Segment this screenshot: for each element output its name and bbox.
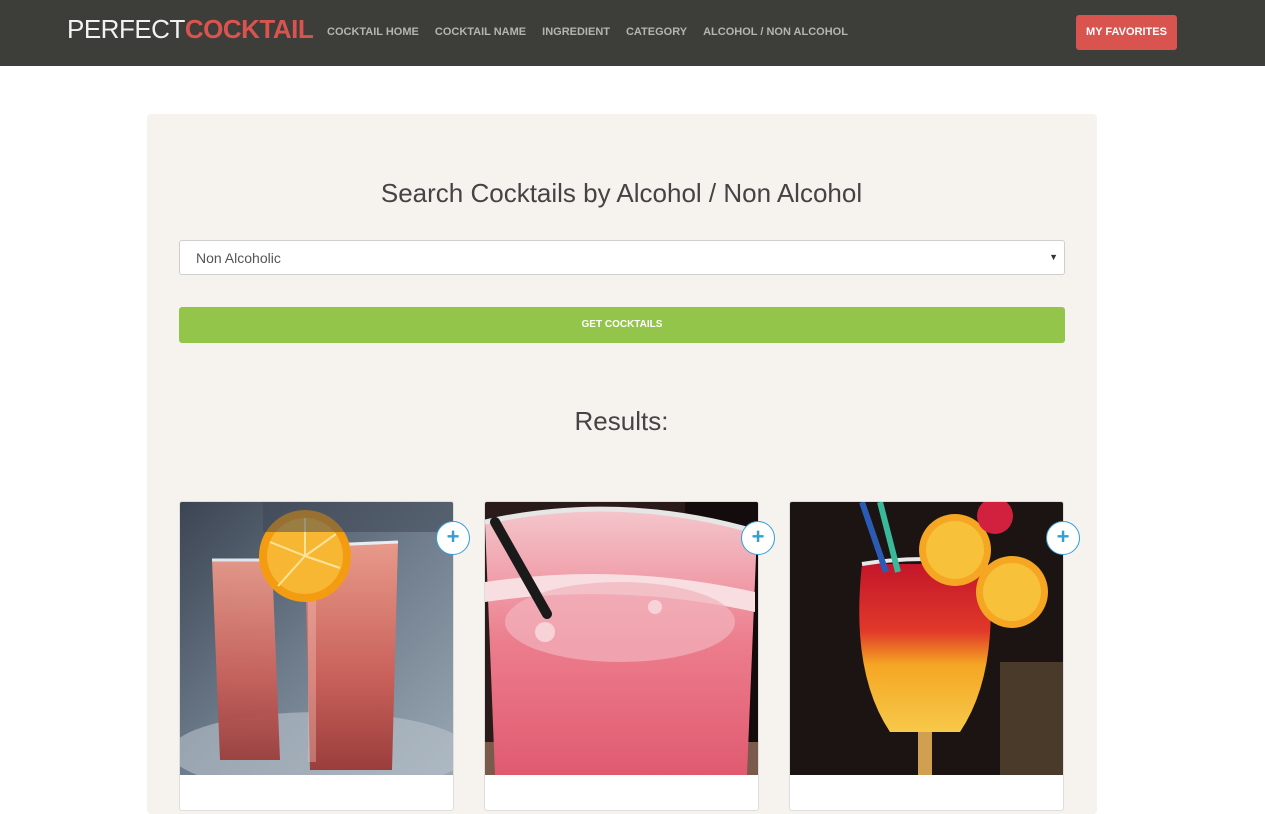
add-favorite-icon[interactable]: + bbox=[741, 521, 775, 555]
my-favorites-button[interactable]: MY FAVORITES bbox=[1076, 15, 1177, 50]
cocktail-card[interactable] bbox=[179, 501, 454, 811]
brand-logo-bold: COCKTAIL bbox=[184, 14, 314, 44]
cocktail-photo[interactable] bbox=[790, 502, 1063, 775]
brand-logo[interactable]: PERFECTCOCKTAIL bbox=[67, 14, 314, 44]
brand-logo-light: PERFECT bbox=[67, 14, 185, 44]
nav-link-cocktail-name[interactable]: COCKTAIL NAME bbox=[435, 25, 526, 39]
add-favorite-icon[interactable]: + bbox=[436, 521, 470, 555]
nav-link-category[interactable]: CATEGORY bbox=[626, 25, 687, 39]
select-value: Non Alcoholic bbox=[196, 250, 281, 266]
get-cocktails-button[interactable]: GET COCKTAILS bbox=[179, 307, 1065, 343]
results-title: Results: bbox=[574, 406, 669, 436]
navbar: PERFECTCOCKTAIL COCKTAIL HOME COCKTAIL N… bbox=[0, 0, 1265, 66]
cocktail-photo[interactable] bbox=[180, 502, 453, 775]
caret-down-icon: ▼ bbox=[1049, 252, 1058, 262]
add-favorite-icon[interactable]: + bbox=[1046, 521, 1080, 555]
nav-links: COCKTAIL HOME COCKTAIL NAME INGREDIENT C… bbox=[327, 25, 848, 39]
cocktail-card[interactable] bbox=[789, 501, 1064, 811]
nav-link-ingredient[interactable]: INGREDIENT bbox=[542, 25, 610, 39]
nav-link-cocktail-home[interactable]: COCKTAIL HOME bbox=[327, 25, 419, 39]
alcohol-filter-select[interactable]: Non Alcoholic ▼ bbox=[179, 240, 1065, 275]
search-title: Search Cocktails by Alcohol / Non Alcoho… bbox=[380, 178, 863, 208]
cocktail-photo[interactable] bbox=[485, 502, 758, 775]
cocktail-card[interactable] bbox=[484, 501, 759, 811]
nav-link-alcohol-non-alcohol[interactable]: ALCOHOL / NON ALCOHOL bbox=[703, 25, 848, 39]
